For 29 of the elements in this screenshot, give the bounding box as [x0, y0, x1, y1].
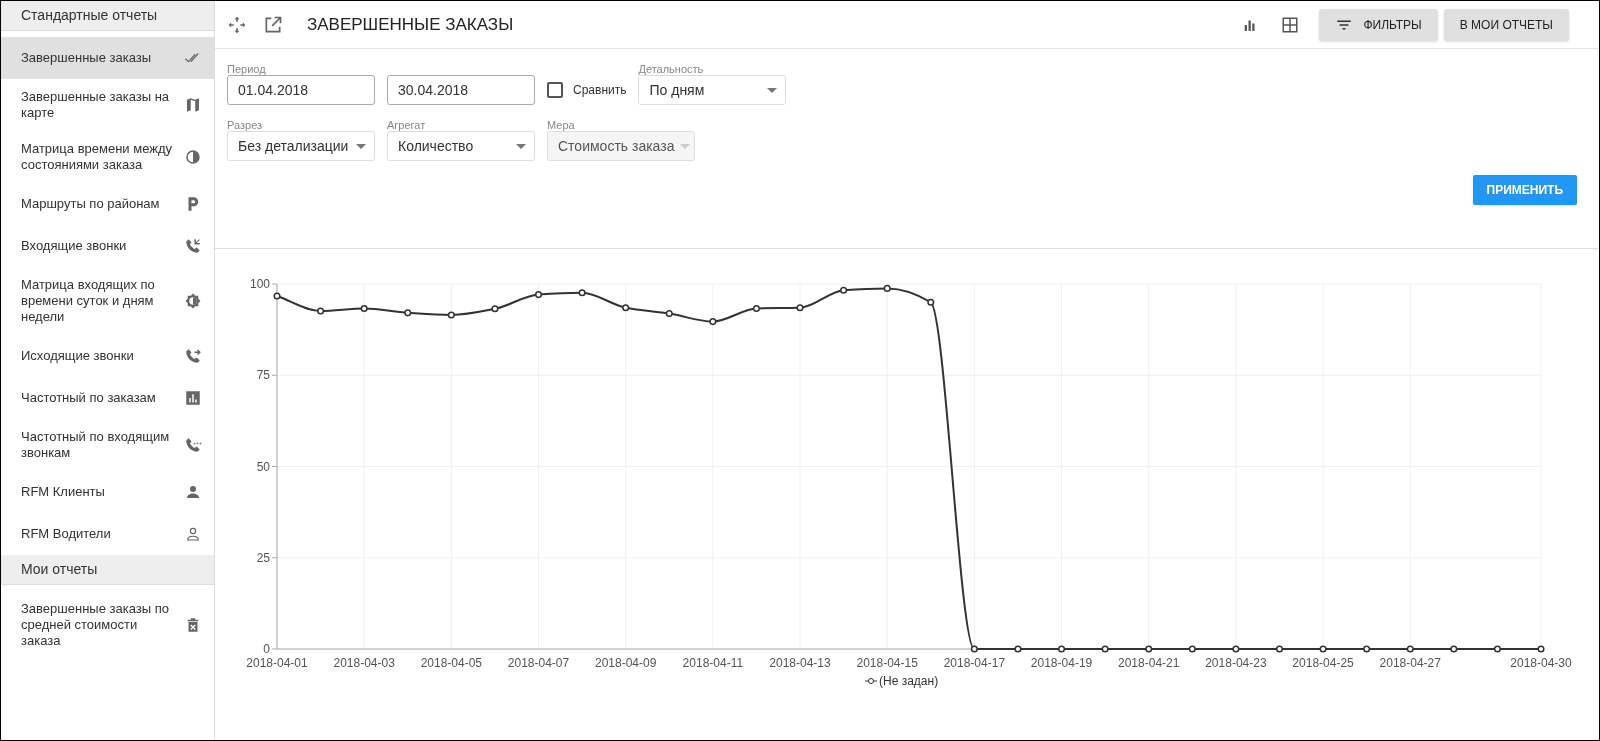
- report-title: ЗАВЕРШЕННЫЕ ЗАКАЗЫ: [307, 13, 514, 36]
- x-tick-label: 2018-04-01: [246, 656, 308, 670]
- sidebar-section-header: Мои отчеты: [1, 555, 214, 585]
- field-label: Мера: [547, 118, 576, 131]
- sidebar-section-header: Стандартные отчеты: [1, 1, 214, 31]
- y-tick-label: 50: [256, 459, 270, 474]
- x-tick-label: 2018-04-05: [420, 656, 483, 670]
- x-tick-label: 2018-04-19: [1030, 656, 1093, 670]
- y-tick-label: 100: [249, 277, 270, 291]
- x-tick-label: 2018-04-21: [1118, 656, 1180, 670]
- x-tick-label: 2018-04-25: [1292, 656, 1354, 670]
- y-tick-label: 0: [263, 642, 270, 656]
- x-tick-label: 2018-04-23: [1205, 656, 1267, 670]
- field-label: Разрез: [227, 118, 264, 131]
- field-label: Детальность: [638, 62, 705, 75]
- x-tick-label: 2018-04-11: [682, 656, 744, 670]
- x-tick-label: 2018-04-07: [507, 656, 570, 670]
- x-tick-label: 2018-04-15: [856, 656, 918, 670]
- y-tick-label: 75: [256, 368, 270, 383]
- y-tick-label: 25: [256, 550, 270, 565]
- x-tick-label: 2018-04-13: [769, 656, 831, 670]
- x-tick-label: 2018-04-27: [1379, 656, 1441, 670]
- field-label: Агрегат: [387, 118, 427, 131]
- x-tick-label: 2018-04-03: [333, 656, 395, 670]
- x-tick-label: 2018-04-09: [595, 656, 657, 670]
- field-label: Период: [227, 62, 267, 75]
- x-tick-label: 2018-04-30: [1510, 656, 1572, 670]
- compare-label: Сравнить: [573, 82, 627, 99]
- x-tick-label: 2018-04-17: [943, 656, 1006, 670]
